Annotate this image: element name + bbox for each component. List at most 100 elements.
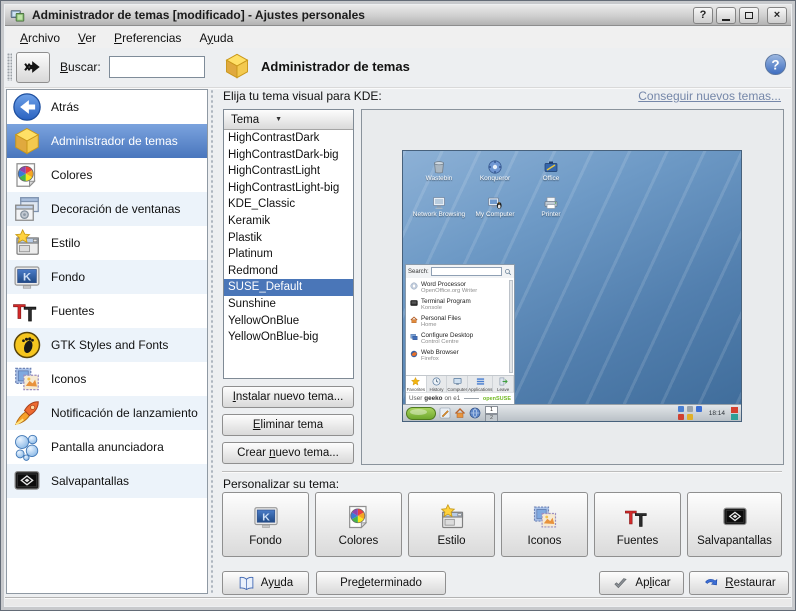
- window-title: Administrador de temas [modificado] - Aj…: [32, 8, 365, 22]
- sidebar-item-label: Pantalla anunciadora: [51, 440, 164, 454]
- sidebar-item[interactable]: Fuentes: [7, 294, 207, 328]
- sidebar-item[interactable]: Notificación de lanzamiento: [7, 396, 207, 430]
- preview-search-box: [431, 267, 502, 276]
- sidebar-item-label: Decoración de ventanas: [51, 202, 180, 216]
- customize-button[interactable]: Fondo: [222, 492, 309, 557]
- install-theme-button[interactable]: Instalar nuevo tema...: [222, 386, 354, 408]
- preview-desktop-icon: Wastebin: [411, 159, 467, 183]
- theme-row[interactable]: Keramik: [224, 213, 353, 230]
- theme-column-label: Tema: [231, 114, 259, 126]
- search-input[interactable]: [109, 56, 205, 78]
- menu-item[interactable]: Archivo: [11, 29, 69, 47]
- sidebar-item-label: Salvapantallas: [51, 474, 129, 488]
- check-icon: [612, 575, 629, 592]
- sidebar-item-label: Atrás: [51, 100, 79, 114]
- remove-theme-button[interactable]: Eliminar tema: [222, 414, 354, 436]
- tray-volume-icon: [678, 406, 684, 412]
- theme-row[interactable]: HighContrastDark: [224, 130, 353, 147]
- get-new-themes-link[interactable]: Conseguir nuevos temas...: [638, 89, 781, 103]
- sidebar-item-label: Iconos: [51, 372, 86, 386]
- preview-kmenu-tab-icon: [411, 377, 420, 386]
- sidebar-item-icon: [12, 432, 42, 462]
- theme-row[interactable]: Redmond: [224, 263, 353, 280]
- badge-red: [731, 407, 738, 413]
- theme-row[interactable]: HighContrastDark-big: [224, 147, 353, 164]
- sidebar-item[interactable]: Pantalla anunciadora: [7, 430, 207, 464]
- toolbar: Buscar:: [6, 49, 205, 85]
- theme-row[interactable]: Sunshine: [224, 296, 353, 313]
- menu-item[interactable]: Ayuda: [190, 29, 242, 47]
- titlebar-help-button[interactable]: ?: [693, 7, 713, 24]
- tray-clipboard-icon: [687, 406, 693, 412]
- sidebar-item-icon: [12, 92, 42, 122]
- close-button[interactable]: ×: [767, 7, 787, 24]
- status-bar: [5, 597, 791, 606]
- sidebar-item-icon: [12, 262, 42, 292]
- defaults-button[interactable]: Predeterminado: [316, 571, 446, 595]
- theme-row[interactable]: YellowOnBlue: [224, 313, 353, 330]
- preview-desktop-icon: Printer: [523, 195, 579, 219]
- theme-list-header[interactable]: Tema ▼: [224, 110, 353, 130]
- sidebar-item[interactable]: GTK Styles and Fonts: [7, 328, 207, 362]
- customize-button[interactable]: Salvapantallas: [687, 492, 782, 557]
- sidebar-item[interactable]: Colores: [7, 158, 207, 192]
- customize-button-icon: [345, 503, 373, 531]
- sidebar-item-icon: [12, 398, 42, 428]
- help-footer-button[interactable]: Ayuda: [222, 571, 309, 595]
- titlebar[interactable]: Administrador de temas [modificado] - Aj…: [5, 5, 791, 26]
- theme-row[interactable]: YellowOnBlue-big: [224, 329, 353, 346]
- preview-kmenu-tab: Favorites: [406, 376, 427, 392]
- theme-preview-image: Wastebin Konqueror Office Networ: [402, 150, 742, 422]
- minimize-button[interactable]: [716, 7, 736, 24]
- tray-update-icon: [678, 414, 684, 420]
- theme-row[interactable]: Platinum: [224, 246, 353, 263]
- preview-kmenu-tab-icon: [453, 377, 462, 386]
- customize-button[interactable]: Colores: [315, 492, 402, 557]
- help-button[interactable]: [764, 53, 787, 76]
- preview-desktop-icon: My Computer: [467, 195, 523, 219]
- menu-item[interactable]: Ver: [69, 29, 105, 47]
- customize-button[interactable]: Iconos: [501, 492, 588, 557]
- preview-kmenu-tab-icon: [432, 377, 441, 386]
- theme-row[interactable]: HighContrastLight-big: [224, 180, 353, 197]
- customize-button[interactable]: Fuentes: [594, 492, 681, 557]
- pen-icon: [439, 407, 451, 419]
- sidebar-item-icon: [12, 364, 42, 394]
- maximize-button[interactable]: [739, 7, 759, 24]
- sidebar-item[interactable]: Estilo: [7, 226, 207, 260]
- preview-desktop-icon-glyph: [487, 159, 503, 175]
- apply-button[interactable]: Aplicar: [599, 571, 684, 595]
- sidebar-item[interactable]: Decoración de ventanas: [7, 192, 207, 226]
- customize-button-icon: [531, 503, 559, 531]
- preview-kmenu-list: Word ProcessorOpenOffice.org Writer Term…: [406, 278, 514, 375]
- close-icon: ×: [774, 9, 780, 21]
- theme-row[interactable]: KDE_Classic: [224, 196, 353, 213]
- theme-row[interactable]: HighContrastLight: [224, 163, 353, 180]
- preview-desktop-icon-glyph: [487, 195, 503, 211]
- preview-kmenu-item: Terminal ProgramKonsole: [410, 298, 507, 312]
- undo-icon: [702, 575, 719, 592]
- preview-desktop-icon: Network Browsing: [411, 195, 467, 219]
- preview-desktop-icon: Office: [523, 159, 579, 183]
- preview-kmenu-item-icon: [410, 299, 418, 307]
- splitter-handle[interactable]: [210, 89, 215, 594]
- theme-row[interactable]: SUSE_Default: [224, 279, 353, 296]
- sidebar-item[interactable]: Iconos: [7, 362, 207, 396]
- sidebar-item[interactable]: Salvapantallas: [7, 464, 207, 498]
- create-theme-button[interactable]: Crear nuevo tema...: [222, 442, 354, 464]
- sidebar-item-label: Administrador de temas: [51, 134, 178, 148]
- preview-desktop-icon-glyph: [431, 195, 447, 211]
- customize-button[interactable]: Estilo: [408, 492, 495, 557]
- preview-taskbar: 1 2 18:14: [403, 404, 741, 421]
- preview-kmenu-item-icon: [410, 350, 418, 358]
- clear-search-button[interactable]: [16, 52, 50, 83]
- opensuse-brand: openSUSE: [483, 396, 511, 402]
- theme-row[interactable]: Plastik: [224, 230, 353, 247]
- reset-button[interactable]: Restaurar: [689, 571, 789, 595]
- sidebar-item[interactable]: Administrador de temas: [7, 124, 207, 158]
- menu-item[interactable]: Preferencias: [105, 29, 190, 47]
- sidebar-item[interactable]: Fondo: [7, 260, 207, 294]
- sidebar-item[interactable]: Atrás: [7, 90, 207, 124]
- sidebar-item-label: GTK Styles and Fonts: [51, 338, 168, 352]
- toolbar-grip[interactable]: [7, 53, 12, 81]
